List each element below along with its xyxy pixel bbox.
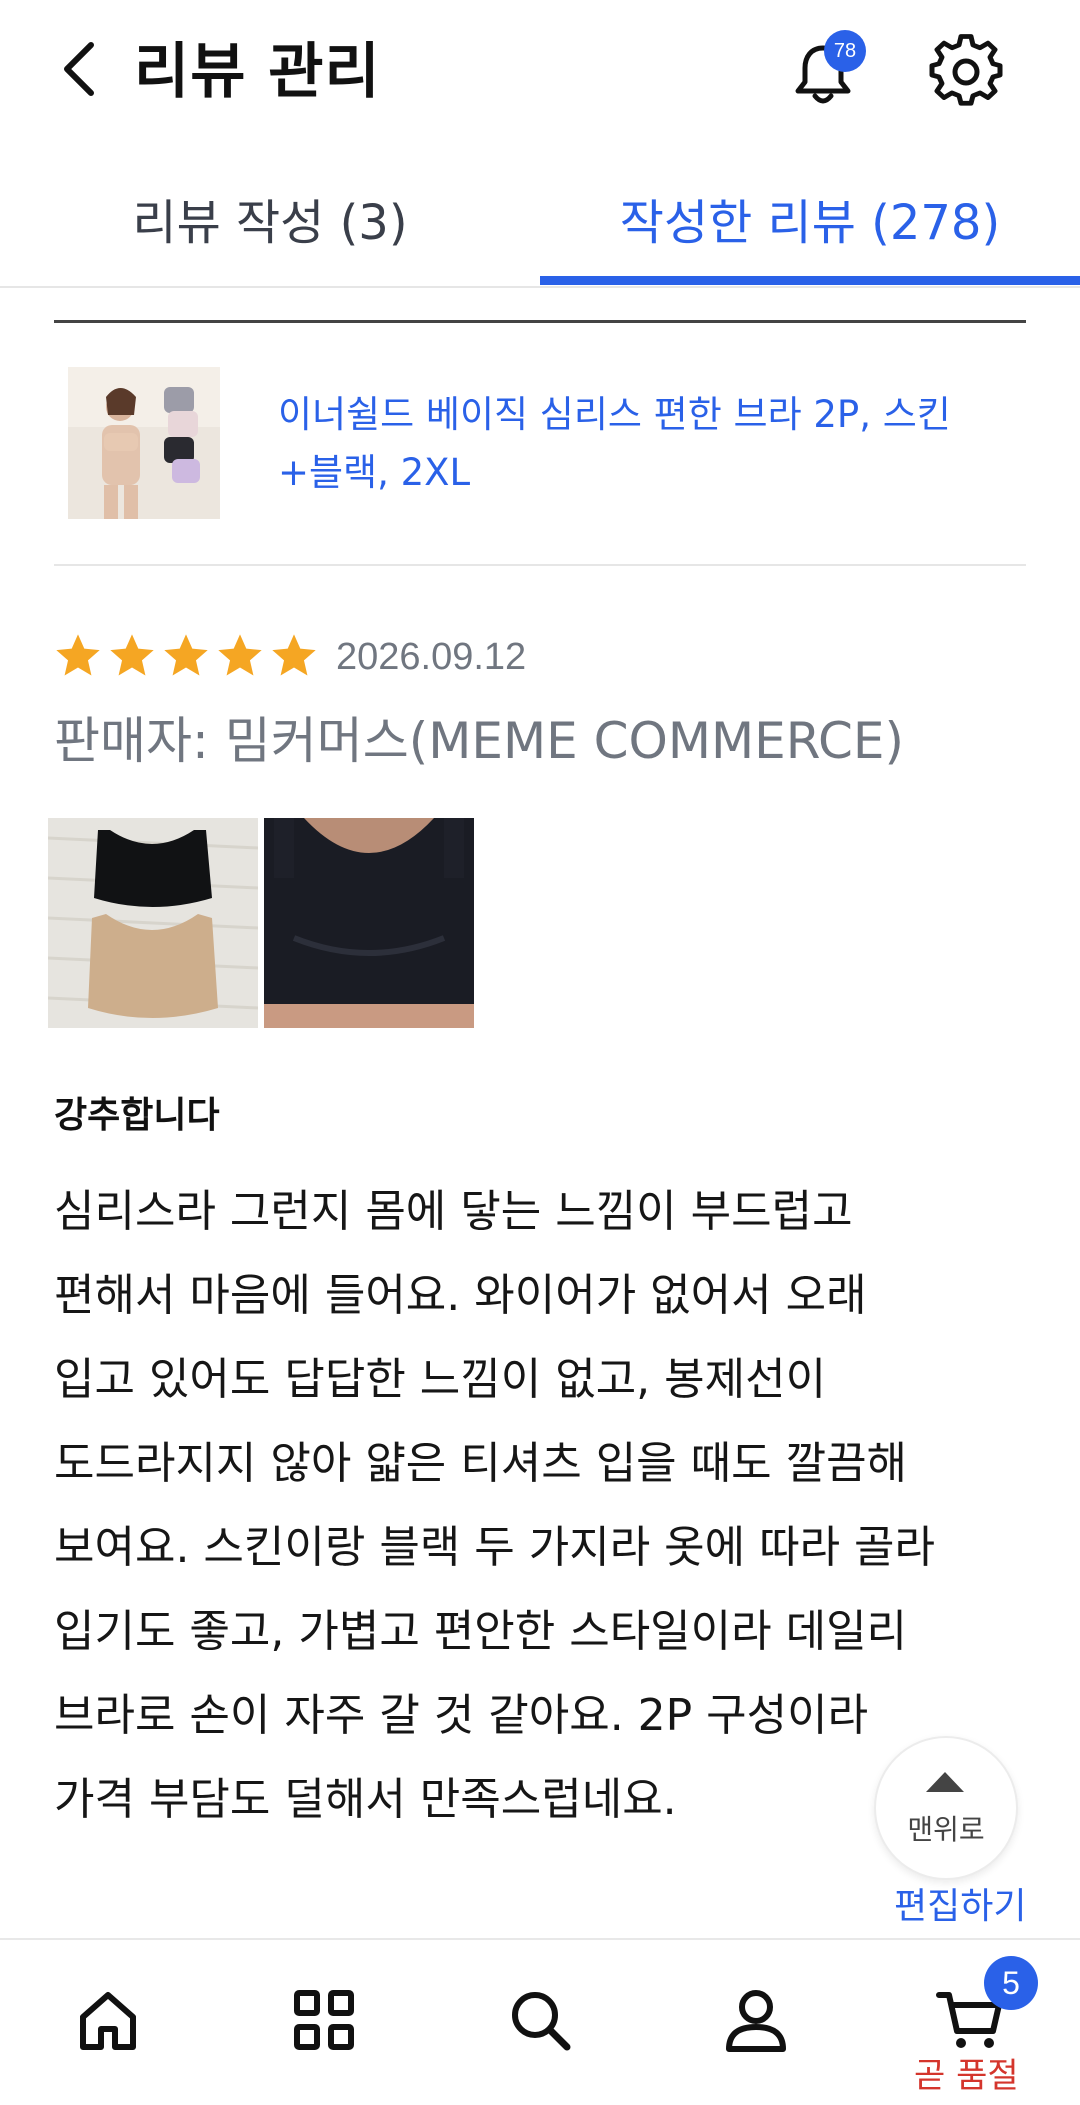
chevron-left-icon xyxy=(64,42,94,96)
section-divider xyxy=(54,320,1026,323)
star-icon xyxy=(110,634,154,676)
product-divider xyxy=(54,564,1026,566)
seller-name: 판매자: 밈커머스(MEME COMMERCE) xyxy=(54,712,905,770)
star-icon xyxy=(218,634,262,676)
review-photo[interactable] xyxy=(48,818,258,1028)
review-tabs: 리뷰 작성 (3) 작성한 리뷰 (278) xyxy=(0,150,1080,288)
cart-count-badge: 5 xyxy=(984,1956,1038,2010)
gear-icon xyxy=(929,34,1003,106)
arrow-up-icon xyxy=(926,1772,964,1792)
nav-search-button[interactable] xyxy=(500,1980,580,2060)
tab-write-review[interactable]: 리뷰 작성 (3) xyxy=(0,150,540,286)
notification-badge: 78 xyxy=(824,30,866,72)
user-icon xyxy=(726,1990,786,2052)
star-icon xyxy=(56,634,100,676)
tab-written-reviews[interactable]: 작성한 리뷰 (278) xyxy=(540,150,1080,286)
product-name-link[interactable]: 이너쉴드 베이직 심리스 편한 브라 2P, 스킨+블랙, 2XL xyxy=(278,386,978,502)
star-rating xyxy=(52,630,320,686)
settings-button[interactable] xyxy=(928,34,1004,110)
star-icon xyxy=(164,634,208,676)
star-icon xyxy=(272,634,316,676)
nav-category-button[interactable] xyxy=(284,1980,364,2060)
scroll-to-top-label: 맨위로 xyxy=(907,1813,985,1846)
review-photo[interactable] xyxy=(264,818,474,1028)
nav-my-page-button[interactable] xyxy=(716,1980,796,2060)
edit-review-link[interactable]: 편집하기 xyxy=(894,1884,1026,1930)
product-thumbnail[interactable] xyxy=(68,367,220,519)
review-body: 심리스라 그런지 몸에 닿는 느낌이 부드럽고 편해서 마음에 들어요. 와이어… xyxy=(54,1186,936,1825)
review-date: 2026.09.12 xyxy=(336,636,527,678)
review-headline: 강추합니다 xyxy=(54,1095,220,1136)
page-title: 리뷰 관리 xyxy=(134,37,381,107)
home-icon xyxy=(80,1992,136,2050)
back-button[interactable] xyxy=(44,34,114,104)
soon-soldout-label: 곧 품절 xyxy=(914,2056,1019,2096)
grid-icon xyxy=(294,1990,354,2050)
scroll-to-top-button[interactable]: 맨위로 xyxy=(874,1736,1018,1880)
search-icon xyxy=(512,1992,571,2051)
notification-button[interactable]: 78 xyxy=(786,30,866,110)
nav-home-button[interactable] xyxy=(68,1980,148,2060)
active-tab-indicator xyxy=(540,276,1080,285)
app-header: 리뷰 관리 78 xyxy=(0,0,1080,150)
